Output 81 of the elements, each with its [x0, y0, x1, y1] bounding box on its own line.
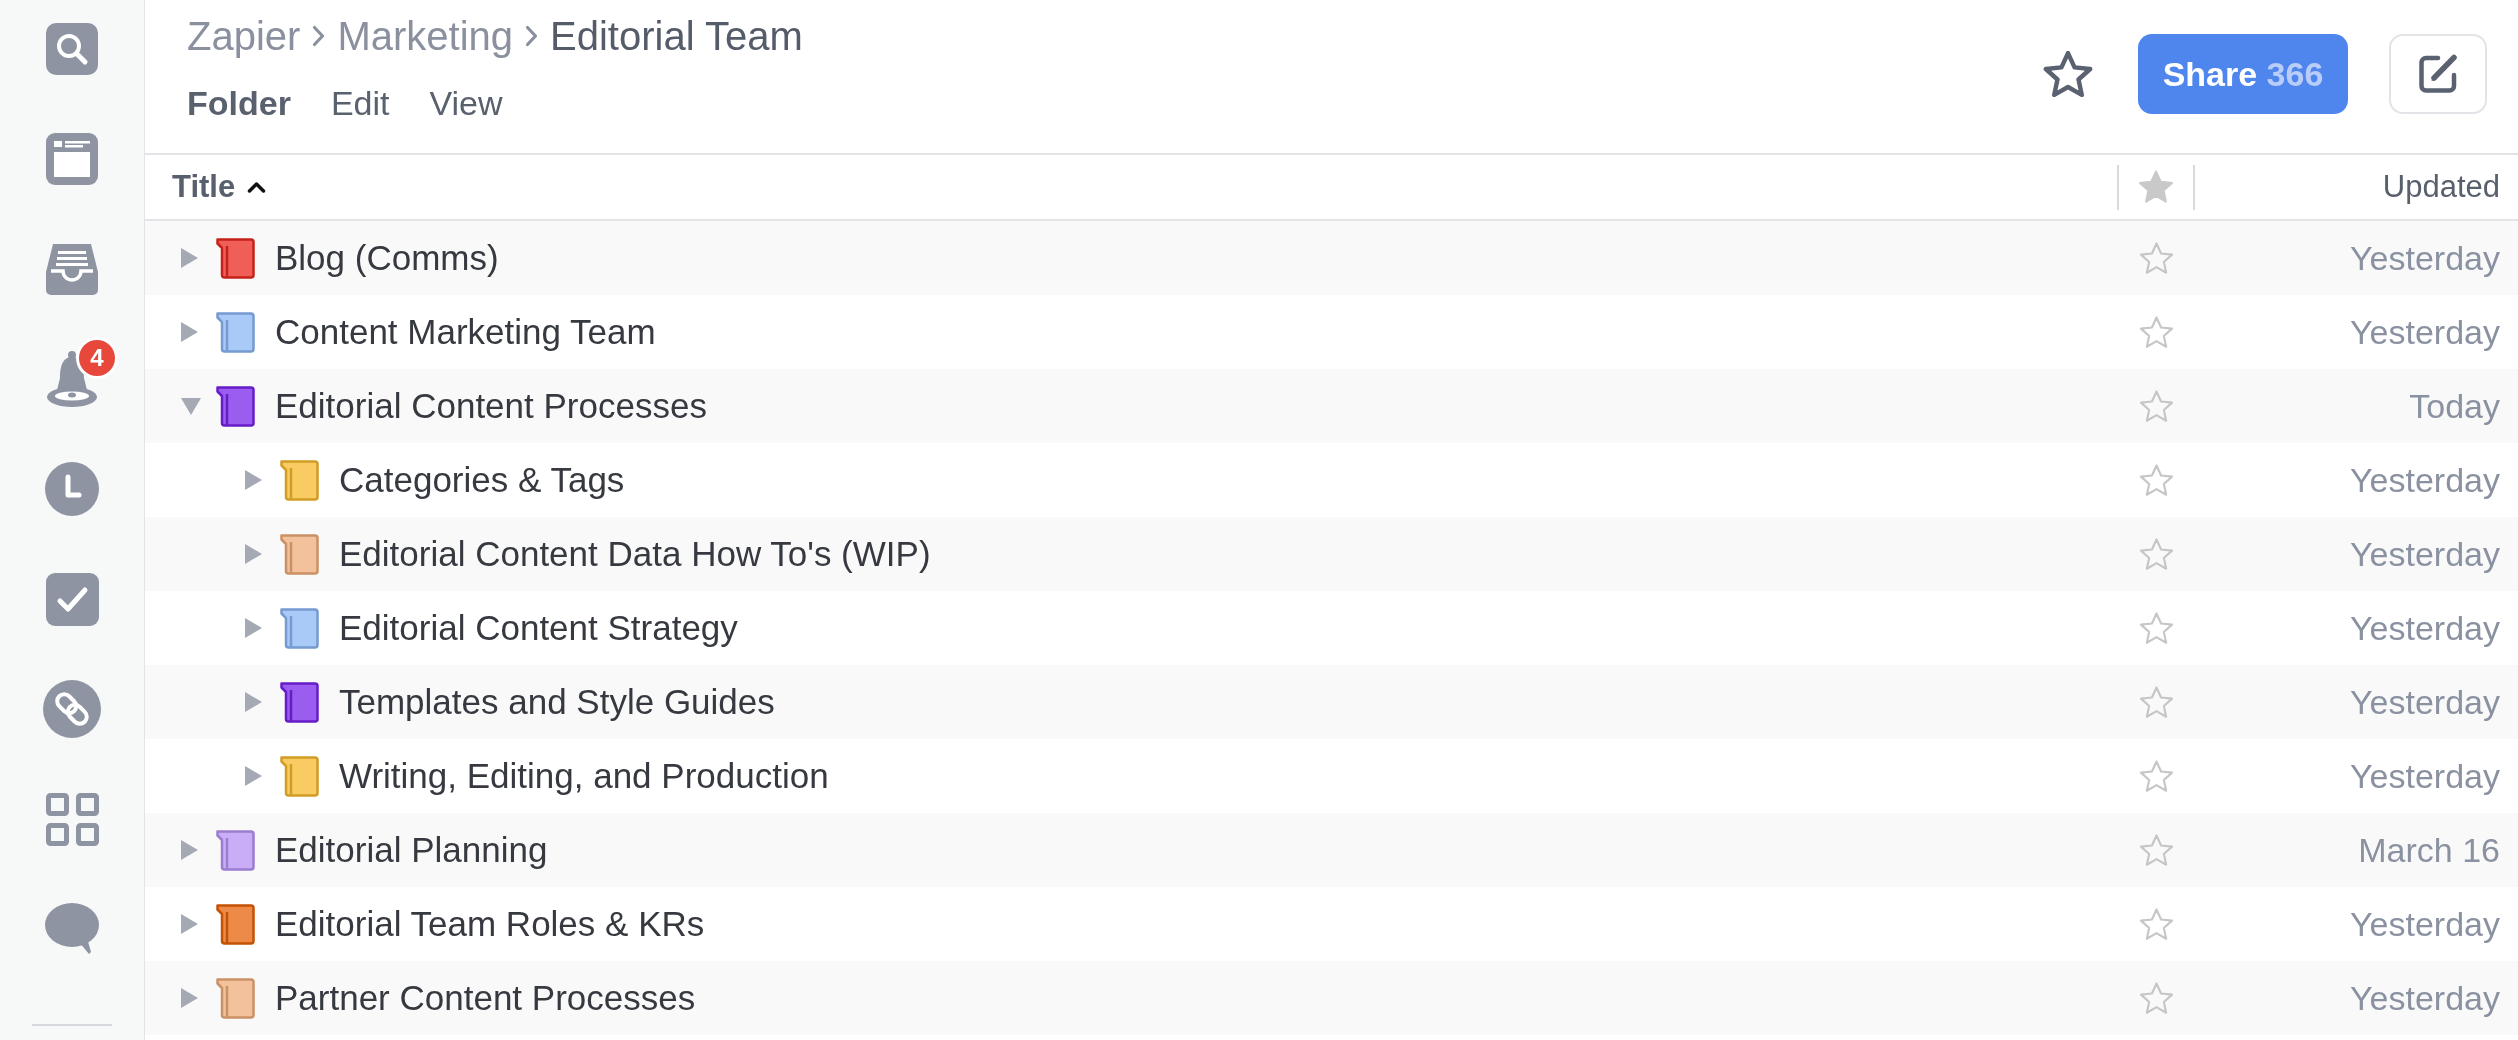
updated-date: March 16 [2358, 830, 2500, 871]
star-icon[interactable] [2138, 463, 2174, 497]
folder-icon [216, 829, 255, 871]
folder-title: Categories & Tags [339, 459, 625, 501]
updated-date: Yesterday [2350, 978, 2500, 1019]
folder-icon [216, 977, 255, 1019]
folder-icon [216, 385, 255, 427]
edit-button[interactable] [2389, 34, 2487, 114]
folder-icon [280, 607, 319, 649]
caret-right-icon[interactable] [245, 618, 262, 638]
caret-right-icon[interactable] [245, 692, 262, 712]
folder-title: Blog (Comms) [275, 237, 499, 279]
updated-date: Yesterday [2350, 904, 2500, 945]
folder-icon [280, 533, 319, 575]
star-icon[interactable] [2138, 537, 2174, 571]
updated-column-header[interactable]: Updated [2382, 167, 2500, 207]
star-icon[interactable] [2043, 50, 2093, 98]
star-icon[interactable] [2138, 315, 2174, 349]
updated-date: Yesterday [2350, 608, 2500, 649]
chat-bubble-icon[interactable] [45, 902, 99, 956]
inbox-tray-icon[interactable] [44, 242, 100, 296]
updated-date: Yesterday [2350, 312, 2500, 353]
breadcrumb-current: Editorial Team [550, 13, 803, 60]
folder-icon [216, 237, 255, 279]
folder-icon [216, 903, 255, 945]
chevron-right-icon [312, 25, 326, 47]
folder-row[interactable]: Editorial Content Data How To's (WIP) Yesterday [145, 517, 2518, 591]
caret-right-icon[interactable] [181, 914, 198, 934]
caret-right-icon[interactable] [181, 248, 198, 268]
folder-title: Editorial Planning [275, 829, 548, 871]
star-icon[interactable] [2138, 611, 2174, 645]
link-icon[interactable] [43, 680, 101, 738]
menu-item[interactable]: Folder [187, 83, 291, 123]
chevron-right-icon [525, 25, 538, 47]
updated-date: Today [2409, 386, 2500, 427]
caret-right-icon[interactable] [245, 544, 262, 564]
star-icon[interactable] [2138, 389, 2174, 423]
updated-date: Yesterday [2350, 238, 2500, 279]
folder-row[interactable]: Partner Content Processes Yesterday [145, 961, 2518, 1035]
folder-row[interactable]: Editorial Planning March 16 [145, 813, 2518, 887]
caret-right-icon[interactable] [245, 766, 262, 786]
caret-right-icon[interactable] [181, 988, 198, 1008]
search-icon[interactable] [46, 23, 98, 75]
caret-right-icon[interactable] [181, 322, 198, 342]
menu-item[interactable]: Edit [330, 83, 390, 123]
folder-title: Templates and Style Guides [339, 681, 775, 723]
checkbox-icon[interactable] [45, 572, 99, 626]
browser-window-icon[interactable] [46, 133, 98, 185]
updated-date: Yesterday [2350, 460, 2500, 501]
title-column-header[interactable]: Title [172, 167, 267, 207]
updated-date: Yesterday [2350, 682, 2500, 723]
updated-date: Yesterday [2350, 534, 2500, 575]
updated-date: Yesterday [2350, 756, 2500, 797]
folder-title: Content Marketing Team [275, 311, 656, 353]
folder-icon [216, 311, 255, 353]
star-icon[interactable] [2138, 907, 2174, 941]
folder-title: Editorial Content Data How To's (WIP) [339, 533, 931, 575]
star-icon[interactable] [2138, 759, 2174, 793]
folder-icon [280, 459, 319, 501]
folder-title: Editorial Content Strategy [339, 607, 738, 649]
star-icon[interactable] [2138, 685, 2174, 719]
folder-title: Editorial Content Processes [275, 385, 707, 427]
notification-badge: 4 [76, 337, 118, 379]
folder-row[interactable]: Blog (Comms) Yesterday [145, 221, 2518, 295]
caret-right-icon[interactable] [245, 470, 262, 490]
grid-icon[interactable] [45, 792, 99, 846]
star-icon[interactable] [2138, 833, 2174, 867]
folder-row[interactable]: Editorial Content Processes Today [145, 369, 2518, 443]
folder-title: Editorial Team Roles & KRs [275, 903, 705, 945]
clock-icon[interactable] [45, 462, 99, 516]
menu-item[interactable]: View [429, 83, 503, 123]
folder-row[interactable]: Templates and Style Guides Yesterday [145, 665, 2518, 739]
star-icon[interactable] [2138, 981, 2174, 1015]
folder-icon [280, 681, 319, 723]
share-button[interactable]: Share 366 [2138, 34, 2348, 114]
star-icon[interactable] [2138, 241, 2174, 275]
caret-down-icon[interactable] [181, 397, 201, 415]
folder-title: Writing, Editing, and Production [339, 755, 829, 797]
folder-icon [280, 755, 319, 797]
folder-title: Partner Content Processes [275, 977, 696, 1019]
caret-right-icon[interactable] [181, 840, 198, 860]
